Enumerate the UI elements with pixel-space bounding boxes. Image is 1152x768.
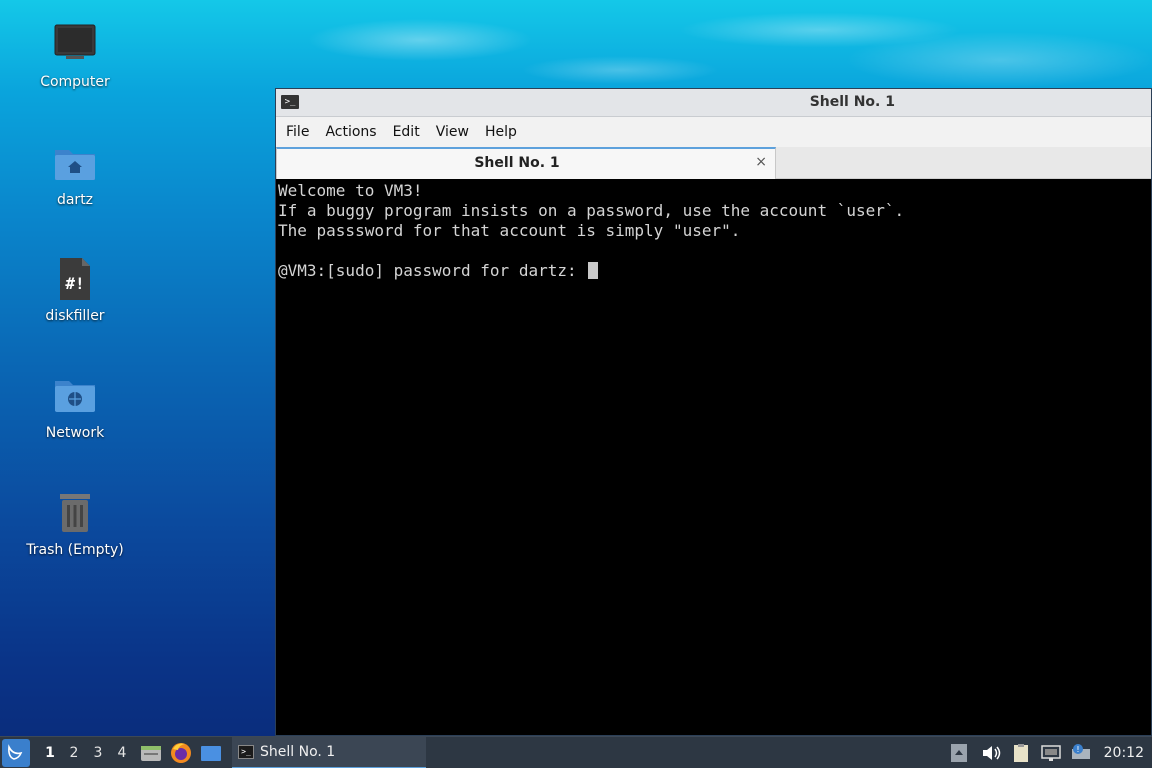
app-menu-icon (8, 743, 23, 760)
terminal-line: If a buggy program insists on a password… (278, 201, 905, 220)
window-titlebar[interactable]: >_ Shell No. 1 (276, 89, 1151, 117)
menu-view[interactable]: View (428, 117, 477, 147)
computer-icon (52, 22, 98, 68)
volume-icon[interactable] (980, 743, 1002, 763)
desktop-icon-label: Network (45, 425, 105, 441)
network-icon[interactable] (1040, 743, 1062, 763)
desktop-icon-script[interactable]: #! diskfiller (20, 256, 130, 324)
notification-icon[interactable]: ! (1070, 743, 1092, 763)
tray-arrow-icon[interactable] (950, 743, 972, 763)
svg-text:#!: #! (65, 274, 84, 293)
menu-help[interactable]: Help (477, 117, 525, 147)
start-menu-button[interactable] (2, 738, 30, 767)
window-title: Shell No. 1 (809, 94, 895, 110)
clock[interactable]: 20:12 (1104, 745, 1144, 761)
menu-actions[interactable]: Actions (317, 117, 384, 147)
menu-edit[interactable]: Edit (385, 117, 428, 147)
desktop-icon-label: Trash (Empty) (26, 542, 124, 558)
tab-label: Shell No. 1 (474, 155, 560, 171)
show-desktop-icon[interactable] (198, 740, 224, 766)
tab-bar: Shell No. 1 × (276, 147, 1151, 179)
svg-text:!: ! (1076, 745, 1079, 754)
close-icon[interactable]: × (755, 154, 767, 170)
terminal-line: Welcome to VM3! (278, 181, 423, 200)
terminal-prompt-line: @VM3:[sudo] password for dartz: (278, 261, 1151, 281)
workspace-2[interactable]: 2 (62, 737, 86, 768)
workspace-4[interactable]: 4 (110, 737, 134, 768)
desktop-icon-label: diskfiller (45, 308, 105, 324)
desktop-icon-computer[interactable]: Computer (20, 22, 130, 90)
taskbar-item-shell[interactable]: >_ Shell No. 1 (232, 736, 426, 768)
file-manager-icon[interactable] (138, 740, 164, 766)
terminal-icon: >_ (238, 744, 254, 759)
desktop-icon-network[interactable]: Network (20, 373, 130, 441)
clipboard-icon[interactable] (1010, 743, 1032, 763)
menu-file[interactable]: File (278, 117, 317, 147)
desktop-icon-label: dartz (56, 192, 94, 208)
menu-bar: File Actions Edit View Help (276, 117, 1151, 147)
network-folder-icon (52, 373, 98, 419)
workspace-3[interactable]: 3 (86, 737, 110, 768)
workspace-1[interactable]: 1 (38, 737, 62, 768)
terminal-output[interactable]: Welcome to VM3! If a buggy program insis… (278, 181, 1151, 735)
terminal-prompt: @VM3:[sudo] password for dartz: (278, 261, 587, 280)
trash-icon (52, 490, 98, 536)
terminal-line: The passsword for that account is simply… (278, 221, 741, 240)
taskbar: 1 2 3 4 >_ Shell No. 1 ! 20:12 (0, 736, 1152, 768)
taskbar-item-label: Shell No. 1 (260, 743, 336, 760)
text-cursor (588, 262, 599, 279)
firefox-icon[interactable] (168, 740, 194, 766)
terminal-window[interactable]: >_ Shell No. 1 File Actions Edit View He… (275, 88, 1152, 736)
system-tray: ! 20:12 (946, 737, 1152, 768)
desktop-icon-trash[interactable]: Trash (Empty) (20, 490, 130, 558)
tab-shell-1[interactable]: Shell No. 1 × (276, 147, 776, 179)
script-file-icon: #! (52, 256, 98, 302)
home-folder-icon (52, 140, 98, 186)
desktop-icon-label: Computer (40, 74, 110, 90)
desktop-icon-home[interactable]: dartz (20, 140, 130, 208)
